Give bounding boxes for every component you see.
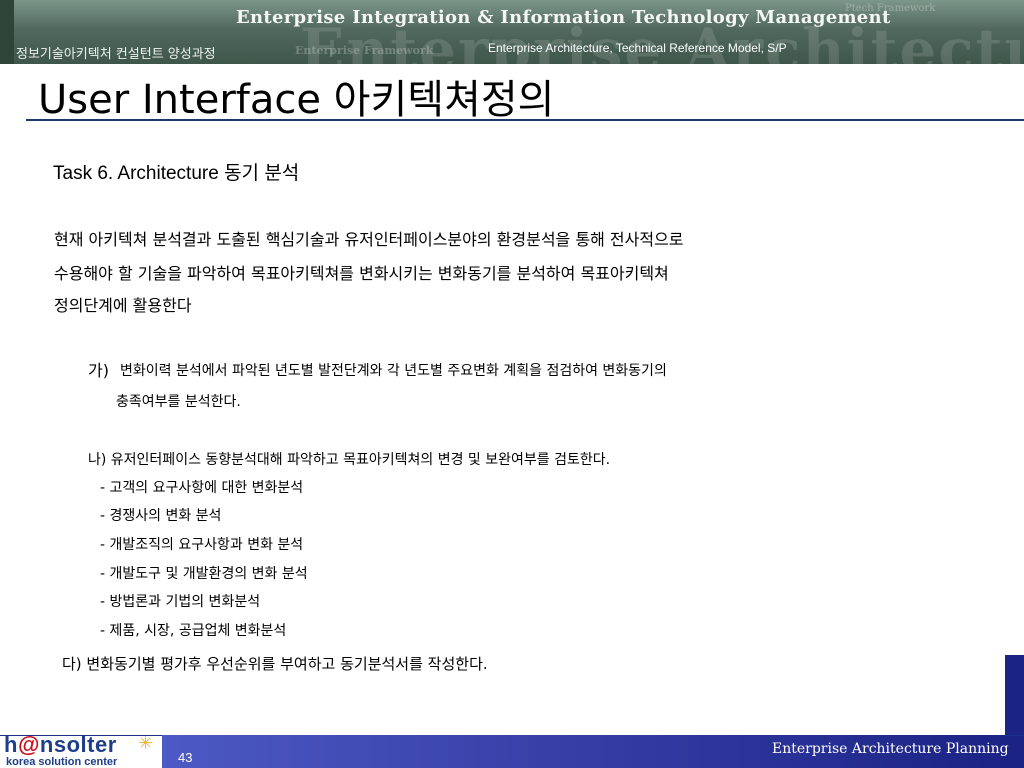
course-name: 정보기술아키텍처 컨설턴트 양성과정 [16, 47, 216, 62]
list-item: - 경쟁사의 변화 분석 [100, 508, 222, 524]
list-item: - 방법론과 기법의 변화분석 [100, 594, 261, 610]
item-da-text: 다) 변화동기별 평가후 우선순위를 부여하고 동기분석서를 작성한다. [62, 655, 488, 673]
banner-watermark-small: Enterprise Framework [295, 44, 434, 57]
task-heading: Task 6. Architecture 동기 분석 [53, 163, 300, 184]
item-marker-ga: 가) [88, 361, 109, 380]
intro-line: 수용해야 할 기술을 파악하여 목표아키텍쳐를 변화시키는 변화동기를 분석하여… [54, 264, 669, 283]
item-na-text: 나) 유저인터페이스 동향분석대해 파악하고 목표아키텍쳐의 변경 및 보완여부… [88, 452, 611, 468]
footer-title: Enterprise Architecture Planning [772, 741, 1009, 757]
logo-at-sign: @ [17, 732, 40, 757]
list-item: - 제품, 시장, 공급업체 변화분석 [100, 623, 287, 639]
logo-wordmark: h@nsolter [4, 732, 117, 758]
hansolter-logo: h@nsolter ✳ korea solution center [4, 732, 159, 768]
title-divider [26, 119, 1024, 121]
banner-subtitle: Enterprise Architecture, Technical Refer… [488, 41, 787, 55]
banner-title: Enterprise Integration & Information Tec… [236, 7, 891, 28]
logo-prefix: h [4, 732, 18, 757]
page-number: 43 [178, 750, 193, 765]
list-item: - 개발도구 및 개발환경의 변화 분석 [100, 566, 308, 582]
intro-line: 현재 아키텍쳐 분석결과 도출된 핵심기술과 유저인터페이스분야의 환경분석을 … [54, 230, 684, 249]
banner-edge-strip [0, 0, 14, 64]
logo-subtitle: korea solution center [6, 756, 118, 768]
list-item: - 고객의 요구사항에 대한 변화분석 [100, 480, 304, 496]
logo-suffix: nsolter [39, 732, 117, 757]
header-banner: Enterprise Architecture Mod Enterprise F… [0, 0, 1024, 64]
list-item: - 개발조직의 요구사항과 변화 분석 [100, 537, 304, 553]
item-ga-text: 변화이력 분석에서 파악된 년도별 발전단계와 각 년도별 주요변화 계획을 점… [120, 363, 667, 379]
item-ga-text: 충족여부를 분석한다. [116, 394, 241, 410]
star-burst-icon: ✳ [138, 733, 154, 754]
intro-line: 정의단계에 활용한다 [54, 296, 192, 315]
